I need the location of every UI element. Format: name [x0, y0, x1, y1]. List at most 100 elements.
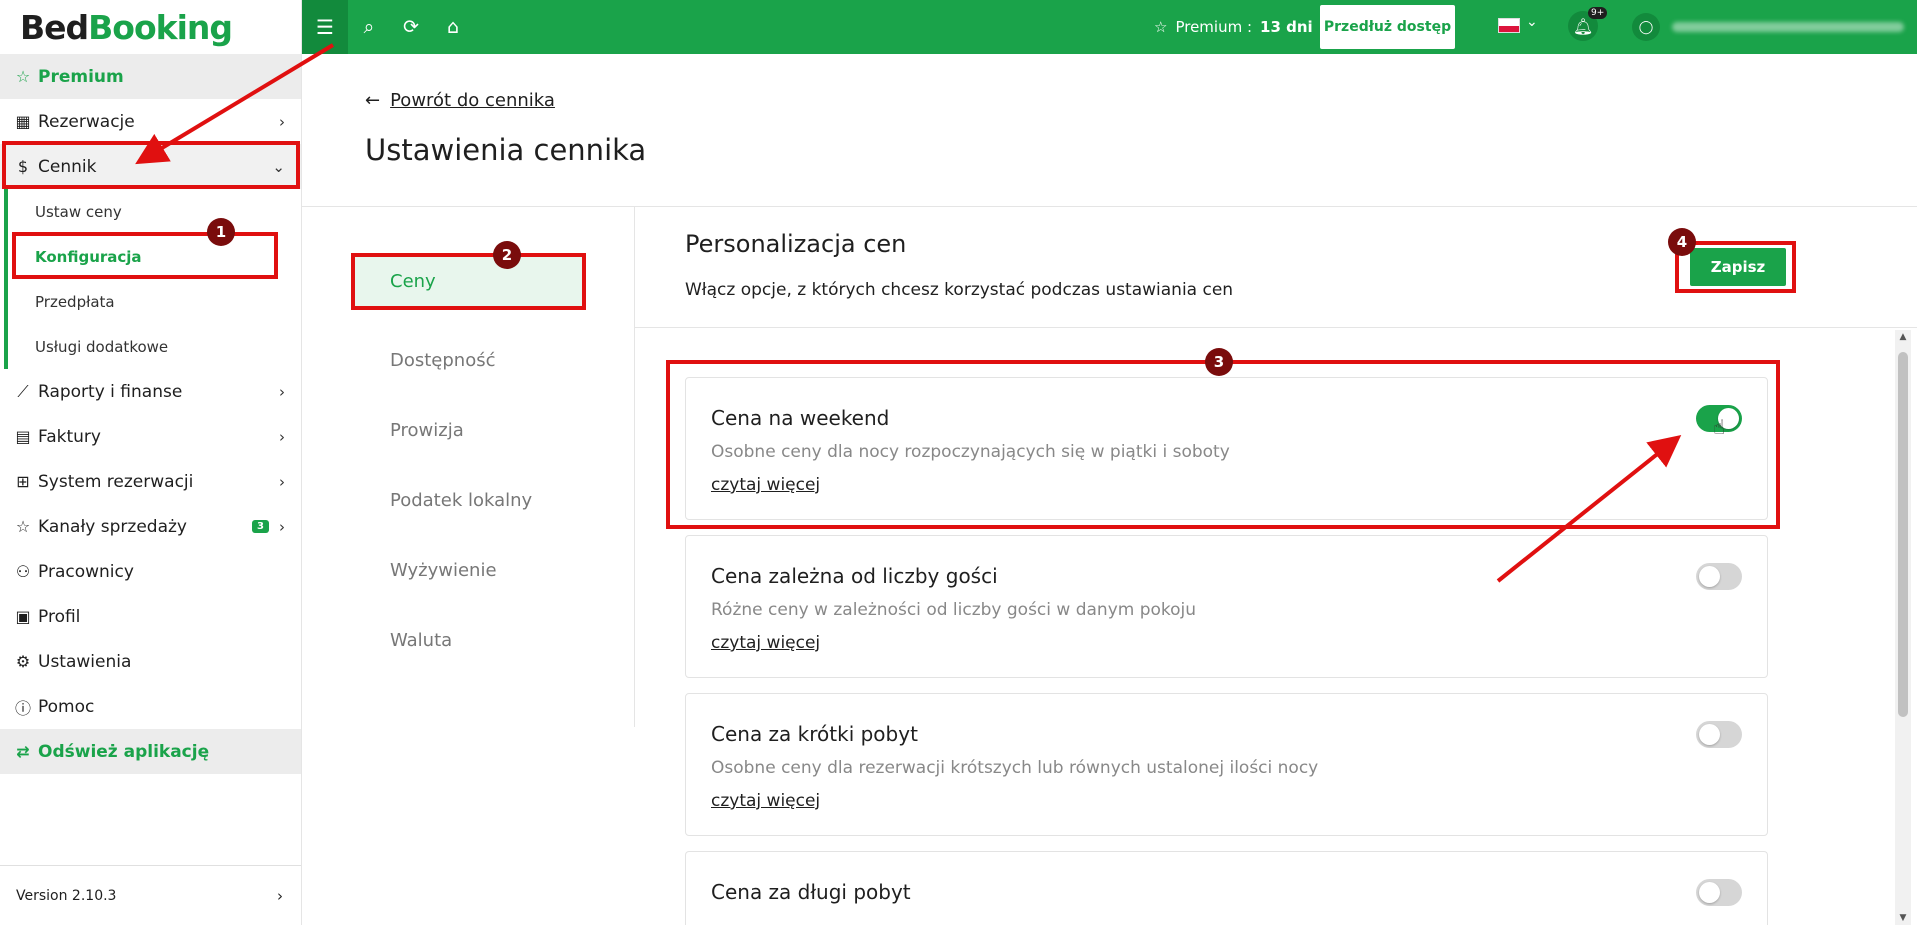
tab-prowizja[interactable]: Prowizja [352, 395, 582, 465]
version-row[interactable]: Version 2.10.3 › [0, 865, 301, 925]
read-more-link[interactable]: czytaj więcej [711, 475, 820, 495]
chevron-right-icon: › [277, 886, 283, 905]
gear-icon: ⚙ [15, 652, 31, 671]
annotation-number-1: 1 [207, 218, 235, 246]
read-more-link[interactable]: czytaj więcej [711, 791, 820, 811]
sidebar-item-label: Kanały sprzedaży [38, 516, 187, 537]
sidebar-item-premium[interactable]: ☆ Premium [0, 54, 301, 99]
user-name-blurred[interactable] [1672, 22, 1904, 32]
chevron-right-icon: › [279, 427, 285, 446]
chevron-down-icon[interactable]: ⌄ [1526, 14, 1538, 30]
arrow-left-icon: ← [365, 90, 381, 111]
refresh-icon: ⟳ [403, 16, 419, 38]
scroll-up-icon[interactable]: ▲ [1895, 332, 1911, 342]
sidebar-item-faktury[interactable]: ▤ Faktury › [0, 414, 301, 459]
user-icon: ◯ [1638, 19, 1654, 35]
option-title: Cena za krótki pobyt [711, 722, 918, 746]
sidebar-item-kanaly-sprzedazy[interactable]: ☆ Kanały sprzedaży 3 › [0, 504, 301, 549]
sidebar-item-label: Odśwież aplikację [38, 741, 210, 762]
search-button[interactable]: ⌕ [348, 0, 390, 54]
sidebar-item-cennik[interactable]: $ Cennik ⌄ [0, 144, 301, 189]
chevron-right-icon: › [279, 517, 285, 536]
info-icon: ⓘ [14, 698, 31, 718]
tab-waluta[interactable]: Waluta [352, 605, 582, 675]
submenu-indicator [4, 189, 8, 369]
guests-price-toggle[interactable] [1696, 563, 1742, 590]
sidebar-item-label: Raporty i finanse [38, 381, 183, 402]
sidebar-item-pomoc[interactable]: ⓘ Pomoc [0, 684, 301, 729]
refresh-icon: ⇄ [16, 742, 30, 761]
briefcase-icon: ▣ [15, 607, 31, 626]
sidebar-item-ustawienia[interactable]: ⚙ Ustawienia [0, 639, 301, 684]
chevron-right-icon: › [279, 112, 285, 131]
extend-access-button[interactable]: Przedłuż dostęp [1320, 5, 1455, 49]
count-badge: 3 [252, 520, 269, 533]
save-button[interactable]: Zapisz [1690, 248, 1786, 286]
calendar-icon: ▦ [15, 112, 31, 131]
chevron-right-icon: › [279, 472, 285, 491]
submenu-item-ustaw-ceny[interactable]: Ustaw ceny [0, 189, 301, 234]
home-button[interactable]: ⌂ [432, 0, 474, 54]
tab-dostepnosc[interactable]: Dostępność [352, 325, 582, 395]
sidebar-item-label: Pracownicy [38, 561, 134, 582]
annotation-number-2: 2 [493, 241, 521, 269]
toggle-knob [1699, 882, 1720, 903]
logo-bed: Bed [20, 7, 89, 47]
premium-status: ☆ Premium : 13 dni [1154, 0, 1313, 54]
cennik-submenu: Ustaw ceny Konfiguracja Przedpłata Usług… [0, 189, 301, 369]
settings-tabs: Ceny Dostępność Prowizja Podatek lokalny… [352, 255, 582, 675]
option-card-weekend: Cena na weekend Osobne ceny dla nocy roz… [685, 377, 1768, 520]
chart-icon: ⟋ [17, 381, 29, 401]
menu-toggle-button[interactable]: ☰ [302, 0, 348, 54]
avatar[interactable]: ◯ [1632, 13, 1660, 41]
content-scrollbar[interactable]: ▲ ▼ [1895, 330, 1911, 925]
divider [635, 327, 1917, 328]
divider [634, 207, 635, 727]
scroll-thumb[interactable] [1898, 352, 1908, 717]
option-description: Osobne ceny dla nocy rozpoczynających si… [711, 442, 1230, 462]
topbar: ☰ ⌕ ⟳ ⌂ ☆ Premium : 13 dni Przedłuż dost… [302, 0, 1917, 54]
grid-icon: ⊞ [16, 472, 30, 491]
long-stay-toggle[interactable] [1696, 879, 1742, 906]
hand-cursor-icon: ☝ [1713, 415, 1726, 439]
star-icon: ☆ [15, 67, 31, 86]
scroll-down-icon[interactable]: ▼ [1895, 913, 1911, 923]
logo[interactable]: Bed Booking [0, 0, 301, 54]
sidebar-item-system-rezerwacji[interactable]: ⊞ System rezerwacji › [0, 459, 301, 504]
submenu-item-uslugi-dodatkowe[interactable]: Usługi dodatkowe [0, 324, 301, 369]
tab-podatek-lokalny[interactable]: Podatek lokalny [352, 465, 582, 535]
read-more-link[interactable]: czytaj więcej [711, 633, 820, 653]
star-icon: ☆ [15, 517, 31, 536]
invoice-icon: ▤ [15, 427, 31, 446]
option-title: Cena za długi pobyt [711, 880, 911, 904]
option-title: Cena zależna od liczby gości [711, 564, 998, 588]
section-subtitle: Włącz opcje, z których chcesz korzystać … [685, 280, 1234, 300]
divider [302, 206, 1917, 207]
user-plus-icon: ⚇ [15, 562, 31, 581]
sidebar-item-profil[interactable]: ▣ Profil [0, 594, 301, 639]
toggle-knob [1699, 566, 1720, 587]
short-stay-toggle[interactable] [1696, 721, 1742, 748]
submenu-item-przedplata[interactable]: Przedpłata [0, 279, 301, 324]
option-card-long-stay: Cena za długi pobyt [685, 851, 1768, 925]
sidebar-item-pracownicy[interactable]: ⚇ Pracownicy [0, 549, 301, 594]
tab-ceny[interactable]: Ceny [352, 255, 582, 307]
language-flag-icon[interactable] [1498, 18, 1520, 33]
refresh-app-button[interactable]: ⇄ Odśwież aplikację [0, 729, 301, 774]
sidebar-item-raporty[interactable]: ⟋ Raporty i finanse › [0, 369, 301, 414]
chevron-down-icon: ⌄ [272, 157, 285, 176]
toggle-knob [1699, 724, 1720, 745]
section-title: Personalizacja cen [685, 230, 907, 258]
reload-button[interactable]: ⟳ [390, 0, 432, 54]
back-to-pricing-link[interactable]: ← Powrót do cennika [365, 90, 555, 111]
app: Bed Booking ☆ Premium ▦ Rezerwacje › $ Ce… [0, 0, 1917, 925]
option-description: Osobne ceny dla rezerwacji krótszych lub… [711, 758, 1319, 778]
sidebar-item-label: System rezerwacji [38, 471, 194, 492]
submenu-item-konfiguracja[interactable]: Konfiguracja [0, 234, 301, 279]
annotation-number-3: 3 [1205, 348, 1233, 376]
sidebar-item-label: Faktury [38, 426, 101, 447]
version-label: Version 2.10.3 [16, 887, 117, 904]
page-title: Ustawienia cennika [365, 133, 647, 167]
tab-wyzywienie[interactable]: Wyżywienie [352, 535, 582, 605]
sidebar-item-rezerwacje[interactable]: ▦ Rezerwacje › [0, 99, 301, 144]
